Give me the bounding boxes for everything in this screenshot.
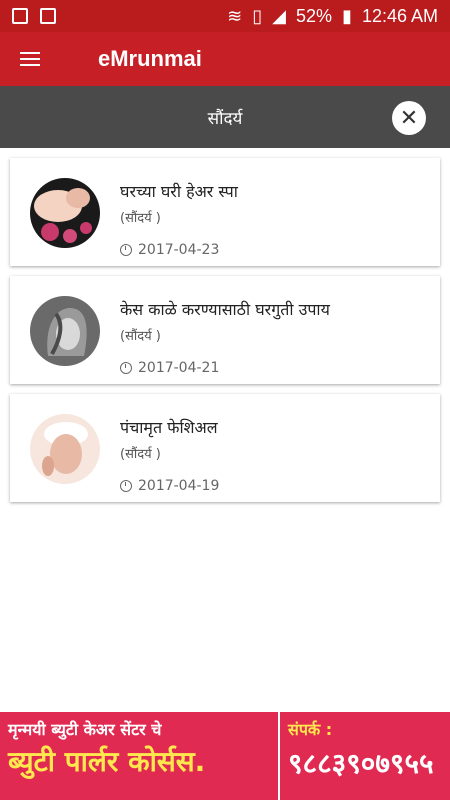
status-bar: ≋ ▯ ◢ 52% ▮ 12:46 AM: [0, 0, 450, 32]
article-card-2[interactable]: पंचामृत फेशिअल (सौंदर्य ) 2017-04-19: [10, 394, 440, 502]
briefcase-icon: [40, 8, 56, 24]
clock-icon: [120, 480, 132, 492]
ad-contact-label: संपर्क :: [288, 720, 333, 739]
article-title: घरच्या घरी हेअर स्पा: [120, 182, 238, 201]
clock-icon: [120, 244, 132, 256]
menu-icon[interactable]: [0, 32, 60, 86]
ad-phone-number: ९८८३९०७९५५: [288, 747, 434, 780]
article-thumbnail: [30, 178, 100, 248]
signal-icon: ◢: [272, 5, 286, 26]
article-date-text: 2017-04-21: [138, 360, 220, 376]
battery-text: 52%: [296, 5, 333, 26]
category-header: सौंदर्य ✕: [0, 86, 450, 148]
article-date-text: 2017-04-19: [138, 478, 220, 494]
article-date: 2017-04-23: [120, 242, 219, 258]
clock-icon: [120, 362, 132, 374]
gallery-icon: [12, 8, 28, 24]
article-list: घरच्या घरी हेअर स्पा (सौंदर्य ) 2017-04-…: [10, 158, 440, 512]
article-category: (सौंदर्य ): [120, 329, 161, 344]
app-toolbar: eMrunmai: [0, 32, 450, 86]
sim-icon: ▯: [252, 5, 263, 26]
article-category: (सौंदर्य ): [120, 447, 161, 462]
article-date: 2017-04-21: [120, 360, 219, 376]
article-title: केस काळे करण्यासाठी घरगुती उपाय: [120, 300, 330, 319]
article-thumbnail: [30, 414, 100, 484]
ad-banner-course: मृन्मयी ब्युटी केअर सेंटर चे ब्युटी पार्…: [0, 712, 280, 800]
article-date-text: 2017-04-23: [138, 242, 220, 258]
battery-icon: ▮: [342, 5, 352, 26]
app-title: eMrunmai: [98, 46, 202, 71]
ad-line-1: मृन्मयी ब्युटी केअर सेंटर चे: [8, 720, 162, 739]
category-title: सौंदर्य: [207, 108, 243, 129]
clock-text: 12:46 AM: [361, 5, 438, 26]
article-thumbnail: [30, 296, 100, 366]
article-title: पंचामृत फेशिअल: [120, 418, 218, 437]
ad-line-2: ब्युटी पार्लर कोर्सस.: [8, 745, 206, 778]
ad-banner[interactable]: मृन्मयी ब्युटी केअर सेंटर चे ब्युटी पार्…: [0, 712, 450, 800]
article-date: 2017-04-19: [120, 478, 219, 494]
wifi-icon: ≋: [227, 5, 243, 26]
article-card-1[interactable]: केस काळे करण्यासाठी घरगुती उपाय (सौंदर्य…: [10, 276, 440, 384]
ad-banner-contact: संपर्क : ९८८३९०७९५५: [280, 712, 450, 800]
close-icon[interactable]: ✕: [392, 101, 426, 135]
article-category: (सौंदर्य ): [120, 211, 161, 226]
article-card-0[interactable]: घरच्या घरी हेअर स्पा (सौंदर्य ) 2017-04-…: [10, 158, 440, 266]
